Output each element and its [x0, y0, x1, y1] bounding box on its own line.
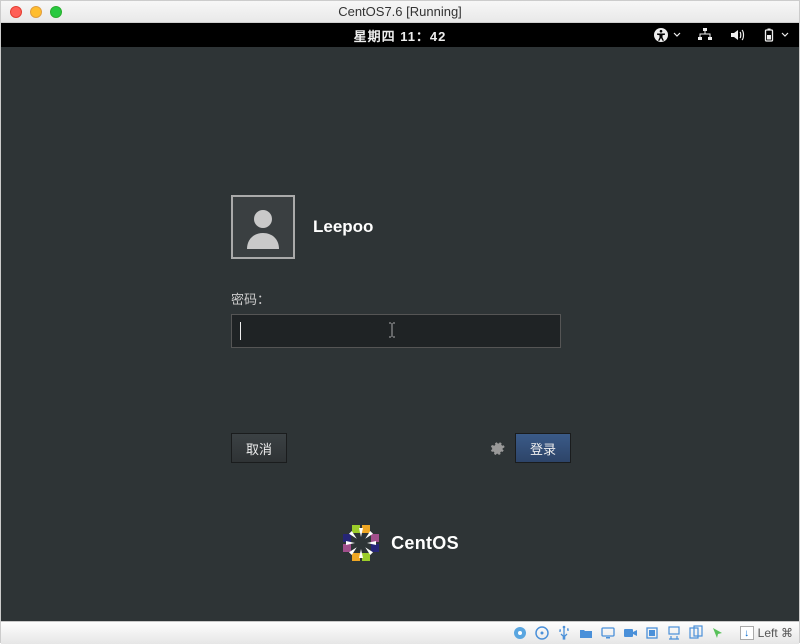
vbox-network-icon[interactable] — [666, 625, 682, 641]
user-row: Leepoo — [231, 195, 571, 259]
battery-icon[interactable] — [761, 27, 789, 43]
action-row: 取消 登录 — [231, 433, 571, 463]
login-button[interactable]: 登录 — [515, 433, 571, 463]
host-key-label: Left ⌘ — [758, 626, 793, 640]
branding: CentOS — [1, 523, 799, 563]
clock[interactable]: 星期四 11：42 — [354, 26, 447, 45]
vbox-usb-icon[interactable] — [556, 625, 572, 641]
vbox-optical-icon[interactable] — [534, 625, 550, 641]
text-caret — [240, 322, 241, 340]
status-area[interactable] — [653, 23, 789, 47]
username-label: Leepoo — [313, 217, 373, 237]
zoom-window-button[interactable] — [50, 6, 62, 18]
minimize-window-button[interactable] — [30, 6, 42, 18]
window-title: CentOS7.6 [Running] — [1, 4, 799, 19]
vbox-hdd-icon[interactable] — [512, 625, 528, 641]
gnome-top-bar: 星期四 11：42 — [1, 23, 799, 47]
virtualbox-status-bar: ↓ Left ⌘ — [1, 621, 799, 644]
session-options-button[interactable] — [489, 440, 505, 456]
login-panel: Leepoo 密码： — [231, 195, 571, 348]
login-button-label: 登录 — [530, 439, 556, 458]
cancel-button[interactable]: 取消 — [231, 433, 287, 463]
accessibility-icon[interactable] — [653, 27, 681, 43]
user-avatar[interactable] — [231, 195, 295, 259]
vbox-host-key[interactable]: ↓ Left ⌘ — [740, 626, 793, 640]
host-key-indicator-icon: ↓ — [740, 626, 754, 640]
centos-logo-icon — [341, 523, 381, 563]
ibeam-cursor-icon — [387, 322, 397, 341]
vbox-mouse-integration-icon[interactable] — [710, 625, 726, 641]
vbox-recording-icon[interactable] — [622, 625, 638, 641]
vbox-shared-folder-icon[interactable] — [578, 625, 594, 641]
window-controls — [1, 6, 62, 18]
vbox-clipboard-icon[interactable] — [688, 625, 704, 641]
password-input[interactable] — [231, 314, 561, 348]
vbox-audio-icon[interactable] — [644, 625, 660, 641]
guest-screen: 星期四 11：42 Leepoo 密码： — [1, 23, 799, 621]
vbox-display-icon[interactable] — [600, 625, 616, 641]
centos-logo-text: CentOS — [391, 533, 459, 554]
password-label: 密码： — [231, 289, 571, 308]
cancel-button-label: 取消 — [246, 439, 272, 458]
network-icon[interactable] — [697, 27, 713, 43]
close-window-button[interactable] — [10, 6, 22, 18]
volume-icon[interactable] — [729, 27, 745, 43]
mac-titlebar: CentOS7.6 [Running] — [1, 1, 799, 23]
